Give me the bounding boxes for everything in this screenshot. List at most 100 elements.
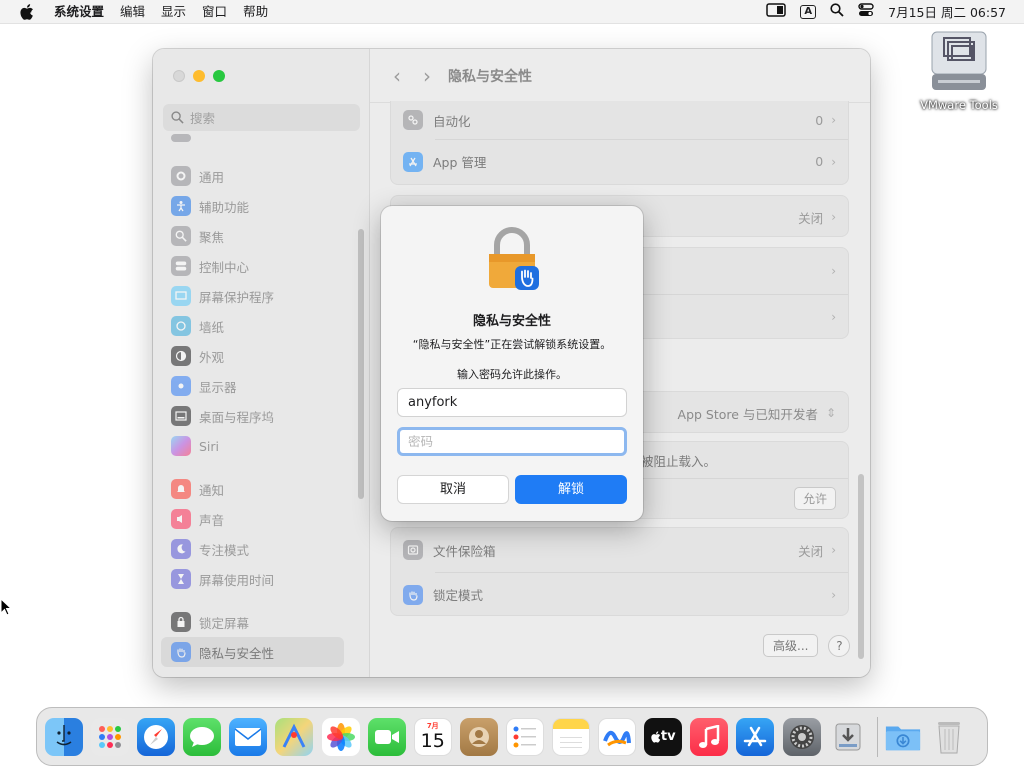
bell-icon [171, 479, 191, 499]
disk-drive-icon [930, 30, 988, 94]
sidebar-item-screensaver[interactable]: 屏幕保护程序 [161, 281, 344, 311]
sidebar-item-label: 屏幕使用时间 [199, 572, 275, 588]
menu-app-name[interactable]: 系统设置 [46, 0, 112, 24]
content-scrollbar[interactable] [858, 474, 864, 659]
input-source-indicator[interactable]: A [800, 4, 817, 19]
launchpad-icon[interactable] [91, 717, 130, 756]
sidebar-item-partial [161, 131, 344, 145]
facetime-icon[interactable] [367, 717, 406, 756]
messages-icon[interactable] [183, 717, 222, 756]
display-icon [171, 376, 191, 396]
reminders-icon[interactable] [505, 717, 544, 756]
menu-edit[interactable]: 编辑 [112, 0, 153, 24]
contacts-icon[interactable] [459, 717, 498, 756]
sidebar-item-sound[interactable]: 声音 [161, 504, 344, 534]
footer-buttons: 高级... ? [763, 634, 851, 657]
apple-logo-icon [651, 730, 661, 743]
row-lockdown-mode[interactable]: 锁定模式 › [391, 572, 848, 617]
desktop-icon-label: VMware Tools [920, 98, 998, 112]
sidebar-item-label: 桌面与程序坞 [199, 409, 275, 425]
spotlight-search-icon[interactable] [830, 3, 844, 20]
row-label: 文件保险箱 [433, 543, 496, 559]
password-field[interactable]: 密码 [397, 427, 627, 456]
sidebar-item-screen-time[interactable]: 屏幕使用时间 [161, 564, 344, 594]
zoom-button[interactable] [213, 70, 225, 82]
cancel-button[interactable]: 取消 [397, 475, 509, 504]
tv-icon[interactable]: tv [644, 717, 683, 756]
username-field[interactable]: anyfork [397, 388, 627, 417]
sidebar-item-wallpaper[interactable]: 墙纸 [161, 311, 344, 341]
magnifier-icon [171, 226, 191, 246]
finder-icon[interactable] [45, 717, 83, 756]
installer-icon[interactable] [829, 718, 867, 756]
toolbar: ‹ › 隐私与安全性 [370, 49, 870, 103]
safari-icon[interactable] [137, 717, 176, 756]
menubar-datetime[interactable]: 7月15日 周二 06:57 [888, 2, 1006, 21]
chevron-right-icon: › [831, 587, 836, 602]
sidebar-item-desktop-dock[interactable]: 桌面与程序坞 [161, 401, 344, 431]
chevron-right-icon: › [831, 543, 836, 557]
sidebar-item-spotlight[interactable]: 聚焦 [161, 221, 344, 251]
sidebar-item-siri[interactable]: Siri [161, 431, 344, 461]
calendar-icon[interactable]: 7月 15 [413, 717, 452, 756]
app-source-select[interactable]: App Store 与已知开发者 [678, 404, 818, 423]
sidebar-item-general[interactable]: 通用 [161, 161, 344, 191]
row-filevault[interactable]: 文件保险箱 关闭 › [391, 528, 848, 572]
sidebar-item-notifications[interactable]: 通知 [161, 474, 344, 504]
dialog-prompt: 输入密码允许此操作。 [457, 368, 567, 381]
hand-icon [403, 584, 423, 605]
screen-mirror-icon[interactable] [766, 3, 787, 20]
sidebar-item-accessibility[interactable]: 辅助功能 [161, 191, 344, 221]
sidebar-item-focus[interactable]: 专注模式 [161, 534, 344, 564]
row-app-management[interactable]: App 管理 0 › [391, 139, 848, 184]
unlock-button[interactable]: 解锁 [515, 475, 627, 504]
close-button[interactable] [173, 70, 185, 82]
minimize-button[interactable] [193, 70, 205, 82]
sidebar-item-displays[interactable]: 显示器 [161, 371, 344, 401]
help-button[interactable]: ? [828, 634, 851, 657]
forward-chevron-icon[interactable]: › [412, 64, 442, 88]
menu-window[interactable]: 窗口 [194, 0, 235, 24]
maps-icon[interactable] [275, 717, 314, 756]
trash-icon[interactable] [930, 718, 968, 756]
siri-icon [171, 436, 191, 456]
photos-icon[interactable] [321, 717, 360, 756]
music-icon[interactable] [690, 717, 729, 756]
allow-button[interactable]: 允许 [793, 486, 836, 510]
row-label: 锁定模式 [433, 588, 484, 603]
chevron-right-icon: › [831, 210, 836, 224]
hourglass-icon [171, 569, 191, 589]
sidebar-item-control-center[interactable]: 控制中心 [161, 251, 344, 281]
sidebar-item-label: Siri [199, 438, 220, 454]
row-automation[interactable]: 自动化 0 › [391, 101, 848, 139]
appearance-icon [171, 346, 191, 366]
authentication-dialog: 隐私与安全性 “隐私与安全性”正在尝试解锁系统设置。 输入密码允许此操作。 an… [381, 206, 643, 521]
desktop-vmware-tools[interactable]: VMware Tools [914, 30, 1004, 112]
sidebar-item-lock-screen[interactable]: 锁定屏幕 [161, 607, 344, 637]
dialog-message: “隐私与安全性”正在尝试解锁系统设置。 [412, 338, 612, 351]
apple-icon[interactable] [18, 3, 36, 21]
sidebar-item-label: 控制中心 [199, 259, 250, 275]
sidebar-item-appearance[interactable]: 外观 [161, 341, 344, 371]
calendar-day: 15 [420, 729, 445, 752]
lock-icon [171, 612, 191, 632]
menu-help[interactable]: 帮助 [235, 0, 276, 24]
sidebar-item-privacy-security[interactable]: 隐私与安全性 [161, 637, 344, 667]
sidebar-search-field[interactable]: 搜索 [163, 104, 360, 131]
freeform-icon[interactable] [598, 717, 637, 756]
back-chevron-icon[interactable]: ‹ [382, 64, 412, 88]
chevron-right-icon: › [831, 113, 836, 127]
advanced-button[interactable]: 高级... [763, 634, 819, 657]
system-settings-icon[interactable] [782, 717, 821, 756]
sidebar-scrollbar[interactable] [358, 229, 364, 499]
control-center-icon[interactable] [858, 3, 874, 20]
app-store-icon[interactable] [736, 717, 775, 756]
chevron-right-icon: › [831, 310, 836, 324]
sidebar-item-label: 专注模式 [199, 542, 250, 558]
row-value: 0 [815, 112, 824, 128]
mail-icon[interactable] [229, 717, 268, 756]
downloads-folder-icon[interactable] [884, 718, 922, 756]
wallpaper-icon [171, 316, 191, 336]
notes-icon[interactable] [552, 717, 591, 756]
menu-view[interactable]: 显示 [153, 0, 194, 24]
